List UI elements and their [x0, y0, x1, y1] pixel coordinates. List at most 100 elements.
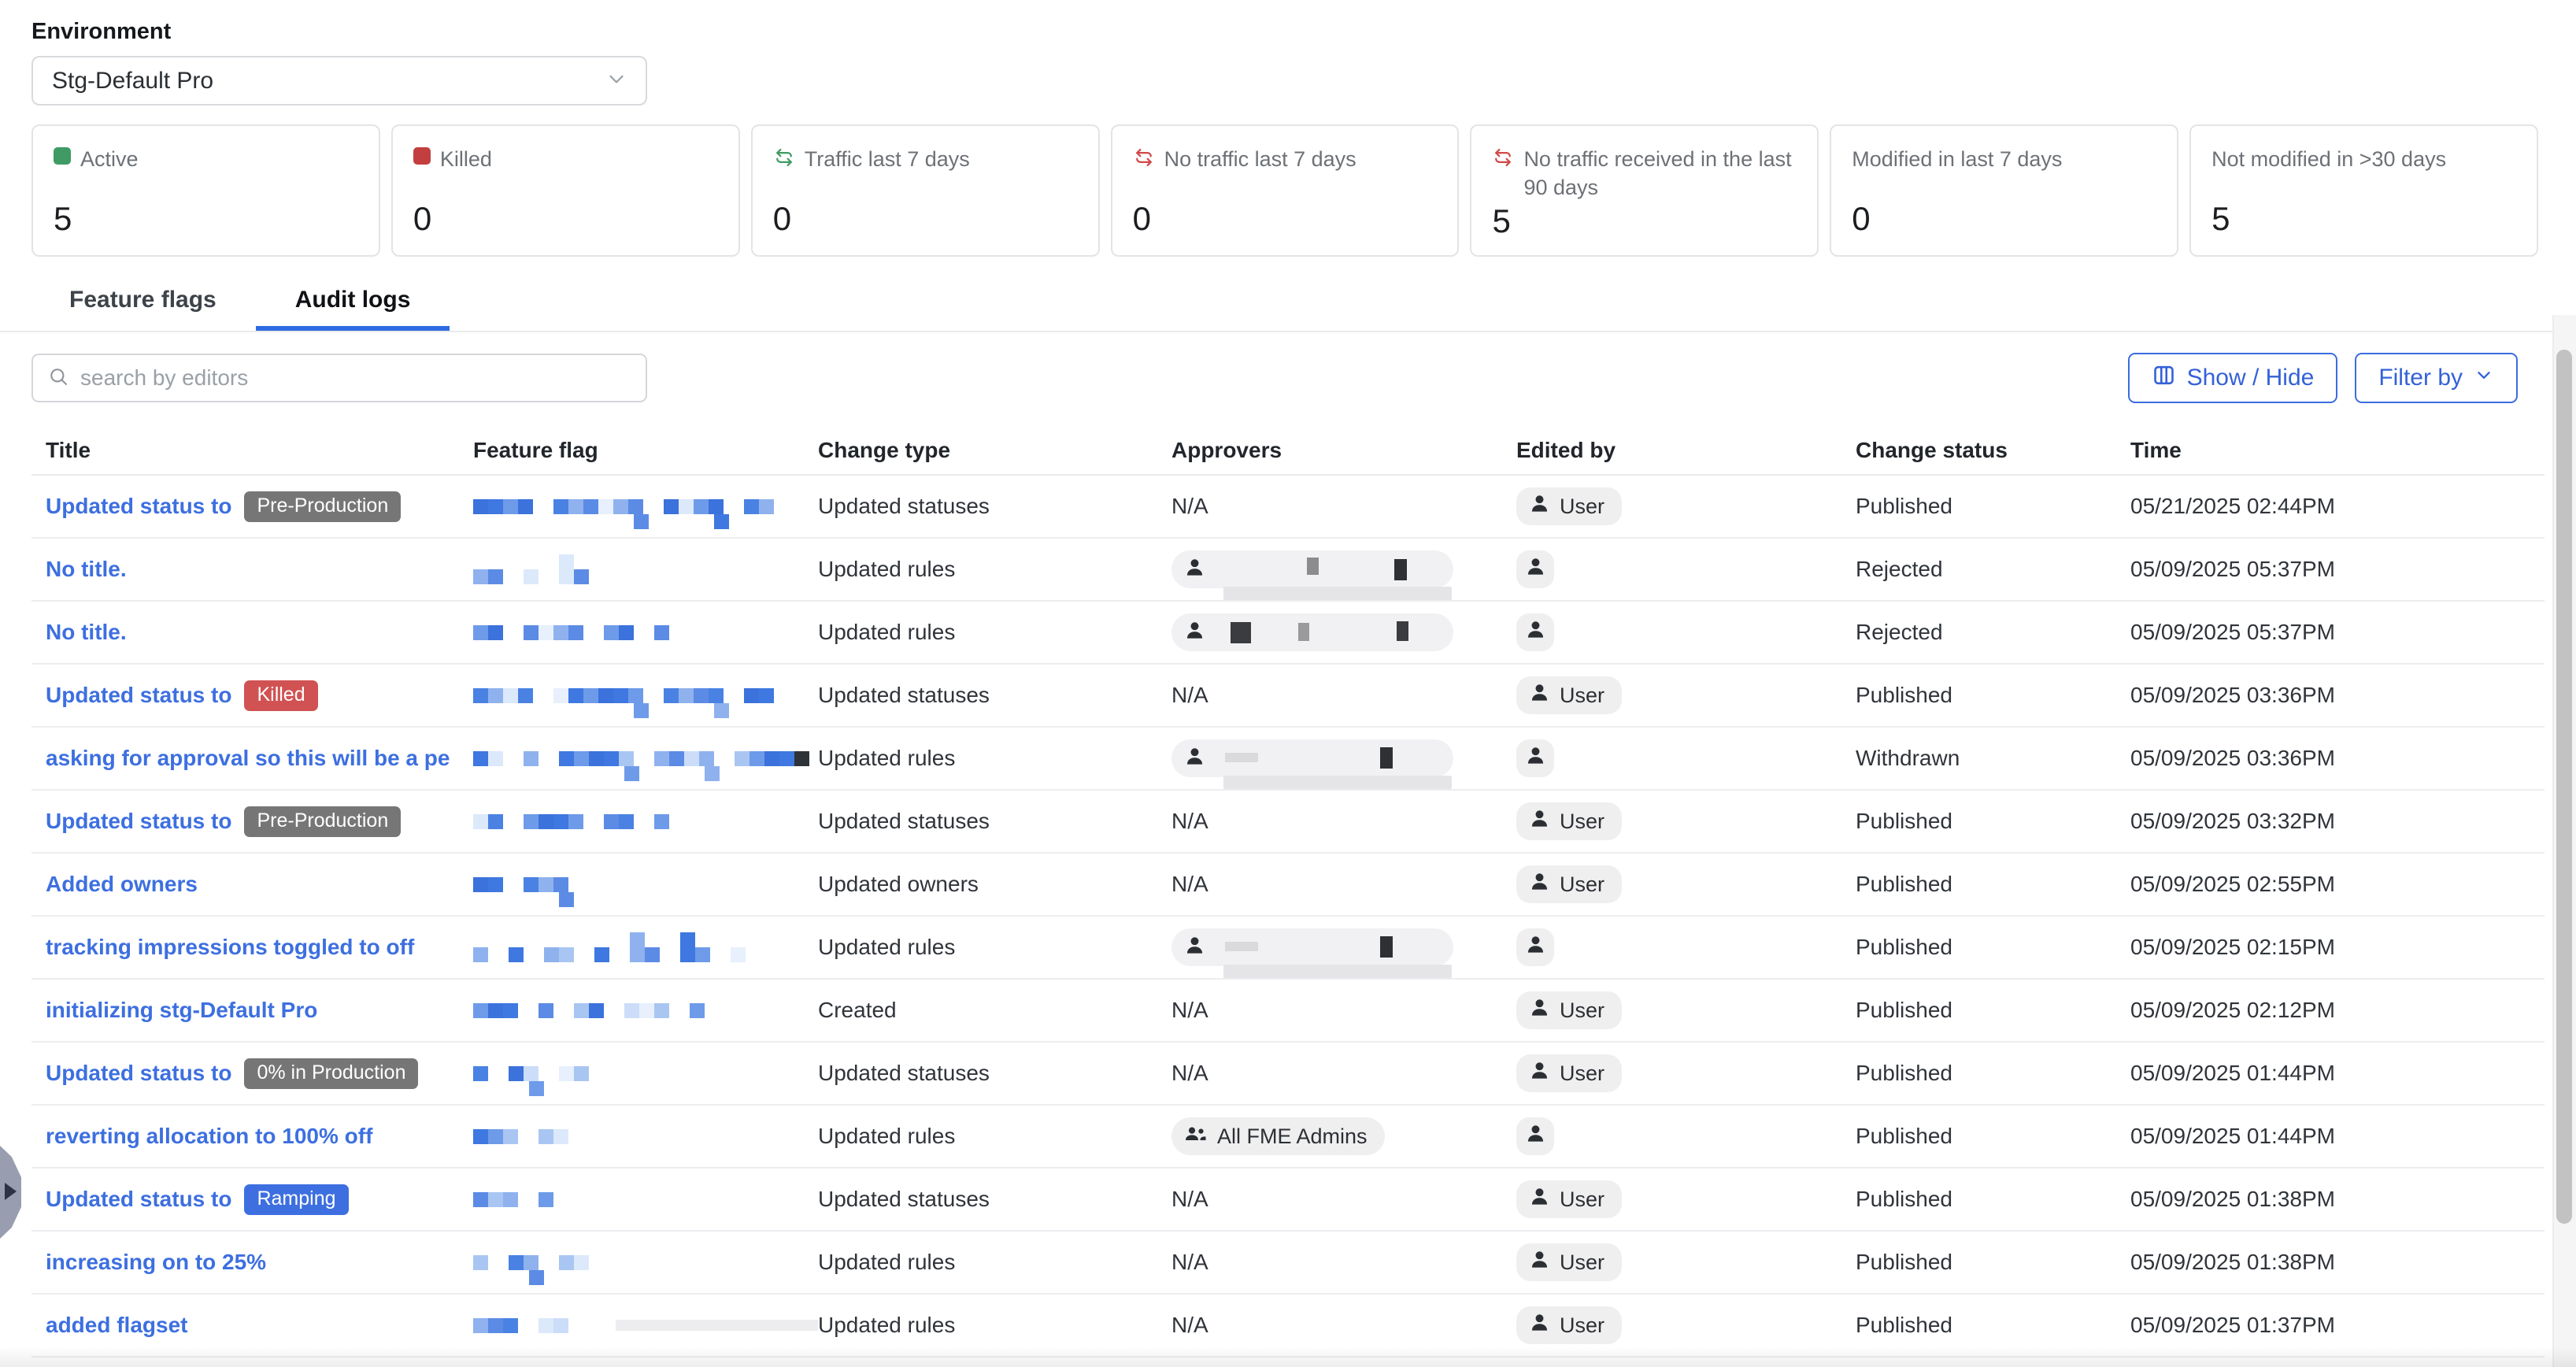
stat-card-header: Active [54, 145, 358, 173]
mask-block [598, 499, 613, 514]
mask-segment [473, 947, 488, 962]
environment-dropdown[interactable]: Stg-Default Pro [31, 56, 647, 106]
approvers-cell: N/A [1171, 872, 1516, 897]
change-status-cell: Published [1856, 809, 2130, 834]
audit-title-link[interactable]: Updated status to [46, 809, 231, 834]
audit-title-link[interactable]: Added owners [46, 872, 198, 897]
edited-by-label: User [1560, 872, 1604, 897]
mask-block [473, 877, 488, 892]
status-badge: Ramping [244, 1184, 348, 1215]
mask-block [699, 751, 714, 766]
change-type-cell: Updated rules [818, 935, 1171, 960]
stat-card-value: 0 [1852, 200, 2156, 238]
change-type-cell: Updated rules [818, 746, 1171, 771]
people-icon [1184, 1124, 1208, 1150]
scrollbar-track[interactable] [2552, 315, 2576, 1367]
mask-segment [473, 1255, 488, 1270]
change-type-cell: Updated statuses [818, 683, 1171, 708]
mask-block [473, 1003, 488, 1018]
mask-block [539, 1318, 553, 1333]
mask-block [539, 877, 553, 892]
mask-segment [624, 1003, 669, 1018]
scrollbar-thumb[interactable] [2556, 350, 2572, 1224]
sidebar-expand-handle[interactable] [0, 1146, 21, 1239]
approver-redacted-pill [1171, 928, 1453, 966]
person-icon [1184, 557, 1205, 582]
time-cell: 05/09/2025 05:37PM [2130, 620, 2545, 645]
audit-title-link[interactable]: tracking impressions toggled to off [46, 935, 414, 960]
mask-block [749, 751, 764, 766]
audit-title-link[interactable]: No title. [46, 557, 127, 582]
mask-block [764, 751, 779, 766]
mask-block [568, 814, 583, 829]
approvers-cell: N/A [1171, 1313, 1516, 1338]
mask-segment [473, 499, 533, 514]
stat-card-header: No traffic last 7 days [1133, 145, 1438, 176]
audit-title-link[interactable]: Updated status to [46, 683, 231, 708]
tab-audit-logs[interactable]: Audit logs [256, 287, 450, 331]
table-body: Updated status to Pre-Production Updated s… [31, 476, 2545, 1358]
stat-card: No traffic received in the last 90 days5 [1470, 124, 1819, 257]
audit-title-link[interactable]: No title. [46, 620, 127, 645]
search-input[interactable] [79, 365, 631, 391]
redaction-mark [1380, 936, 1393, 958]
change-type-cell: Updated statuses [818, 494, 1171, 519]
mask-block [488, 1192, 503, 1207]
redacted-flag-name [473, 1192, 818, 1207]
mask-block [779, 751, 794, 766]
mask-block [604, 751, 619, 766]
mask-faint-strip [616, 1320, 818, 1331]
mask-block [524, 877, 539, 892]
mask-segment [524, 814, 583, 829]
audit-title-link[interactable]: asking for approval so this will be a pe [46, 746, 450, 771]
edited-by-user-chip: User [1516, 865, 1622, 903]
audit-title-link[interactable]: Updated status to [46, 1187, 231, 1212]
change-status-cell: Published [1856, 998, 2130, 1023]
mask-block [654, 1003, 669, 1018]
edited-by-label: User [1560, 809, 1604, 834]
approvers-cell [1171, 613, 1516, 651]
time-cell: 05/09/2025 01:44PM [2130, 1061, 2545, 1086]
person-icon [1525, 745, 1546, 772]
redaction-mark [1298, 623, 1309, 641]
mask-segment [473, 877, 503, 892]
status-badge: Pre-Production [244, 491, 401, 522]
change-status-cell: Published [1856, 872, 2130, 897]
show-hide-button[interactable]: Show / Hide [2128, 353, 2338, 403]
stat-card-label: No traffic last 7 days [1164, 145, 1356, 173]
search-box[interactable] [31, 354, 647, 402]
approvers-na: N/A [1171, 1061, 1208, 1085]
mask-block [574, 1003, 589, 1018]
audit-log-table: TitleFeature flagChange typeApproversEdi… [31, 427, 2545, 1358]
title-cell: Updated status toKilled [31, 680, 473, 711]
change-type-cell: Updated statuses [818, 1187, 1171, 1212]
stat-card: Modified in last 7 days0 [1830, 124, 2178, 257]
time-cell: 05/09/2025 01:44PM [2130, 1124, 2545, 1149]
mask-block [589, 1003, 604, 1018]
mask-block [553, 1318, 568, 1333]
audit-title-link[interactable]: reverting allocation to 100% off [46, 1124, 372, 1149]
redaction-mark [1394, 559, 1407, 580]
edited-by-user-chip: User [1516, 676, 1622, 714]
edited-by-cell [1516, 739, 1856, 777]
stat-card-value: 5 [54, 200, 358, 238]
time-cell: 05/09/2025 03:36PM [2130, 746, 2545, 771]
audit-title-link[interactable]: added flagset [46, 1313, 187, 1338]
mask-block [619, 814, 634, 829]
filter-by-button[interactable]: Filter by [2355, 353, 2518, 403]
stat-card: Traffic last 7 days0 [751, 124, 1100, 257]
mask-block [553, 877, 568, 892]
mask-block [574, 569, 589, 584]
table-row: added flagsetUpdated rulesN/AUserPublish… [31, 1295, 2545, 1358]
tab-feature-flags[interactable]: Feature flags [69, 287, 217, 331]
mask-block [589, 751, 604, 766]
mask-block [518, 688, 533, 703]
approvers-cell: N/A [1171, 809, 1516, 834]
column-header: Change status [1856, 438, 2130, 463]
audit-title-link[interactable]: initializing stg-Default Pro [46, 998, 317, 1023]
audit-title-link[interactable]: increasing on to 25% [46, 1250, 266, 1275]
no-traffic-arrows-icon [1492, 145, 1514, 176]
audit-title-link[interactable]: Updated status to [46, 1061, 231, 1086]
audit-title-link[interactable]: Updated status to [46, 494, 231, 519]
edited-by-label: User [1560, 998, 1604, 1023]
